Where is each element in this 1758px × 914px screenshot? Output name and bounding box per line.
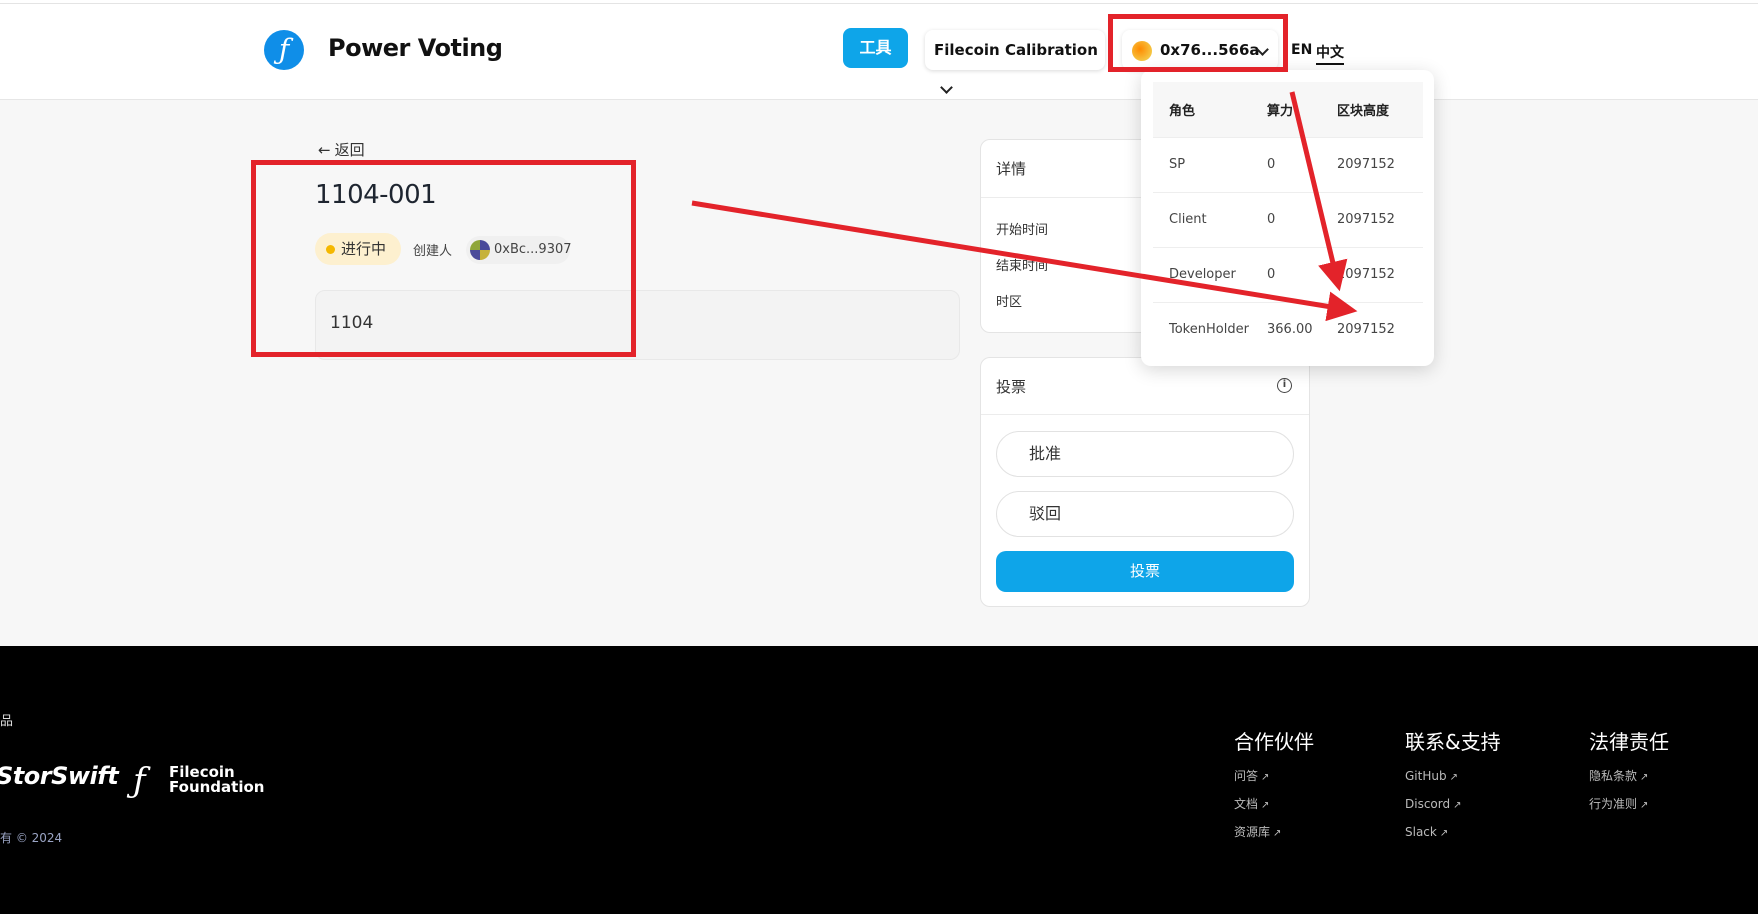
footer-col-legal: 法律责任 隐私条款 ↗ 行为准则 ↗ <box>1589 726 1669 825</box>
external-link-icon: ↗ <box>1640 800 1649 811</box>
footer: 品 StorSwift ƒ Filecoin Foundation 有 © 20… <box>0 646 1758 914</box>
storswift-logo[interactable]: StorSwift <box>0 762 119 790</box>
footer-col-title: 联系&支持 <box>1405 730 1501 754</box>
footer-link-slack[interactable]: Slack ↗ <box>1405 825 1501 853</box>
vote-option-approve[interactable]: 批准 <box>996 431 1294 477</box>
tools-button[interactable]: 工具 <box>843 28 908 68</box>
divider <box>981 414 1309 415</box>
footer-link-discord[interactable]: Discord ↗ <box>1405 797 1501 825</box>
footer-col-title: 法律责任 <box>1589 730 1669 754</box>
start-time-label: 开始时间 <box>996 223 1049 238</box>
cell-role: TokenHolder <box>1153 301 1253 357</box>
external-link-icon: ↗ <box>1261 772 1270 783</box>
footer-link-docs[interactable]: 文档 ↗ <box>1234 797 1314 825</box>
end-time-label: 结束时间 <box>996 259 1049 274</box>
external-link-icon: ↗ <box>1273 828 1282 839</box>
footer-link-github[interactable]: GitHub ↗ <box>1405 769 1501 797</box>
details-title: 详情 <box>996 160 1027 178</box>
cell-role: SP <box>1153 136 1253 192</box>
footer-col-title: 合作伙伴 <box>1234 730 1314 754</box>
lang-en-link[interactable]: EN <box>1291 42 1312 58</box>
vote-title: 投票 <box>996 378 1027 396</box>
footer-col-partners: 合作伙伴 问答 ↗ 文档 ↗ 资源库 ↗ <box>1234 726 1314 853</box>
app-title[interactable]: Power Voting <box>328 34 503 62</box>
cell-power: 0 <box>1253 191 1323 247</box>
back-link[interactable]: ← 返回 <box>318 139 365 160</box>
vote-submit-button[interactable]: 投票 <box>996 551 1294 592</box>
cell-power: 0 <box>1253 136 1323 192</box>
chevron-down-icon <box>940 81 953 94</box>
cell-height: 2097152 <box>1323 246 1423 302</box>
external-link-icon: ↗ <box>1439 828 1449 839</box>
footer-col-support: 联系&支持 GitHub ↗ Discord ↗ Slack ↗ <box>1405 726 1501 853</box>
filecoin-logo-icon[interactable]: ƒ <box>264 30 304 70</box>
table-row: SP 0 2097152 <box>1153 136 1423 192</box>
col-header-height: 区块高度 <box>1323 82 1423 137</box>
table-row: Client 0 2097152 <box>1153 191 1423 247</box>
top-navbar: ƒ Power Voting 工具 Filecoin Calibration 0… <box>0 4 1758 100</box>
copyright: 有 © 2024 <box>0 831 63 845</box>
network-label: Filecoin Calibration <box>934 41 1098 59</box>
cell-height: 2097152 <box>1323 136 1423 192</box>
back-label: 返回 <box>334 141 365 159</box>
filecoin-foundation-logo-icon[interactable]: ƒ <box>133 761 159 801</box>
cell-height: 2097152 <box>1323 191 1423 247</box>
cell-power: 0 <box>1253 246 1323 302</box>
col-header-power: 算力 <box>1253 82 1323 137</box>
vote-card: 投票 i 批准 驳回 投票 <box>980 357 1310 607</box>
voting-power-table: 角色 算力 区块高度 SP 0 2097152 Client 0 2097152… <box>1153 82 1423 357</box>
footer-link-privacy[interactable]: 隐私条款 ↗ <box>1589 769 1669 797</box>
external-link-icon: ↗ <box>1449 772 1458 783</box>
cell-power: 366.00 <box>1253 301 1323 357</box>
footer-link-faq[interactable]: 问答 ↗ <box>1234 769 1314 797</box>
footer-product-label: 品 <box>0 714 14 729</box>
arrow-left-icon: ← <box>318 141 331 159</box>
timezone-label: 时区 <box>996 295 1023 310</box>
cell-role: Developer <box>1153 246 1253 302</box>
lang-zh-link[interactable]: 中文 <box>1316 42 1344 65</box>
external-link-icon: ↗ <box>1640 772 1649 783</box>
vote-option-reject[interactable]: 驳回 <box>996 491 1294 537</box>
network-select[interactable]: Filecoin Calibration <box>925 30 1105 94</box>
external-link-icon: ↗ <box>1261 800 1270 811</box>
annotation-box-proposal <box>251 160 636 357</box>
filecoin-foundation-logo-text[interactable]: Filecoin Foundation <box>169 765 264 795</box>
footer-link-conduct[interactable]: 行为准则 ↗ <box>1589 797 1669 825</box>
info-icon[interactable]: i <box>1277 378 1292 393</box>
table-row: Developer 0 2097152 <box>1153 246 1423 302</box>
voting-power-dropdown: 角色 算力 区块高度 SP 0 2097152 Client 0 2097152… <box>1141 70 1434 366</box>
col-header-role: 角色 <box>1153 82 1253 137</box>
footer-link-resources[interactable]: 资源库 ↗ <box>1234 825 1314 853</box>
external-link-icon: ↗ <box>1453 800 1462 811</box>
cell-height: 2097152 <box>1323 301 1423 357</box>
table-header-row: 角色 算力 区块高度 <box>1153 82 1423 137</box>
annotation-box-wallet <box>1108 14 1288 72</box>
ff-line2: Foundation <box>169 778 265 796</box>
table-row: TokenHolder 366.00 2097152 <box>1153 301 1423 357</box>
cell-role: Client <box>1153 191 1253 247</box>
